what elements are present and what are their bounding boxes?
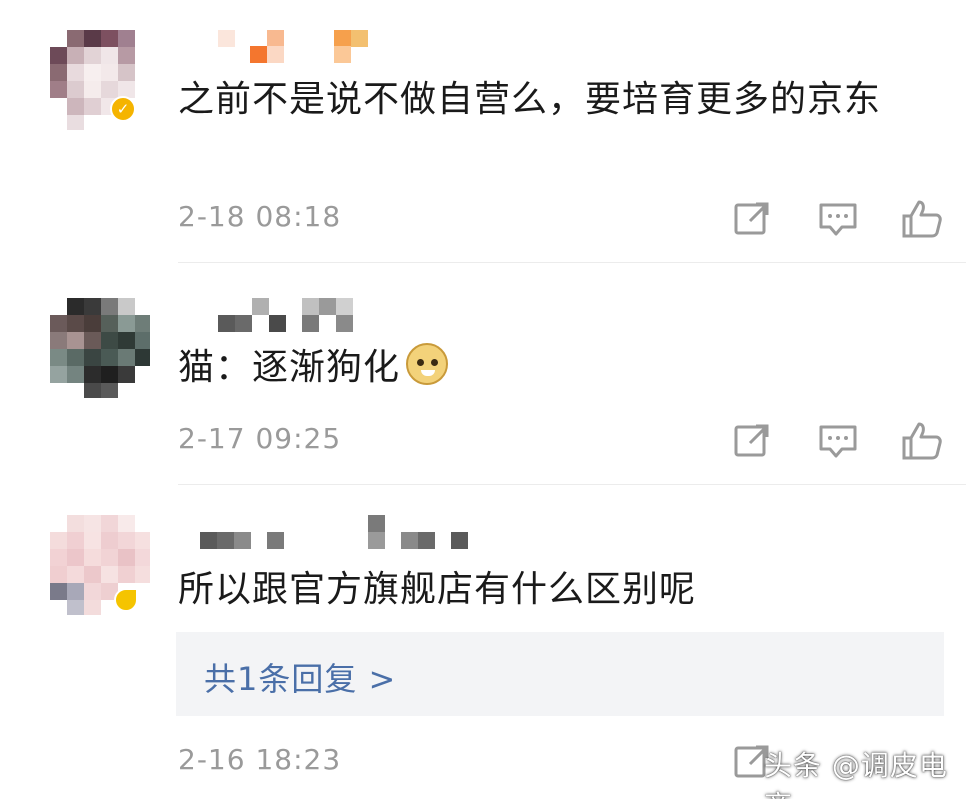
comment-timestamp: 2-18 08:18 — [178, 200, 342, 233]
avatar[interactable] — [50, 30, 150, 130]
verified-badge — [114, 588, 138, 612]
thumbs-up-icon[interactable] — [900, 197, 944, 241]
comment-text-content: 猫：逐渐狗化 — [178, 347, 401, 388]
share-icon[interactable] — [730, 419, 774, 463]
comment-text: 之前不是说不做自营么，要培育更多的京东 — [178, 79, 882, 120]
share-icon[interactable] — [730, 197, 774, 241]
comment-timestamp: 2-16 18:23 — [178, 743, 342, 776]
comment-actions — [730, 419, 945, 463]
comment-text: 猫：逐渐狗化 — [178, 342, 928, 394]
doge-emoji-icon — [406, 343, 449, 385]
comment-text: 所以跟官方旗舰店有什么区别呢 — [178, 569, 697, 610]
replies-box[interactable]: 共1条回复 > — [176, 632, 944, 716]
view-replies-link[interactable]: 共1条回复 > — [204, 654, 396, 700]
avatar[interactable] — [50, 298, 150, 398]
thumbs-up-icon[interactable] — [900, 419, 944, 463]
comment-actions — [730, 197, 945, 241]
comment-icon[interactable] — [816, 197, 860, 241]
verified-badge: ✓ — [110, 96, 136, 122]
comment-icon[interactable] — [816, 419, 860, 463]
divider — [178, 262, 966, 263]
watermark: 头条 @调皮电商 — [764, 749, 948, 799]
divider — [178, 484, 966, 485]
comment-timestamp: 2-17 09:25 — [178, 422, 342, 455]
